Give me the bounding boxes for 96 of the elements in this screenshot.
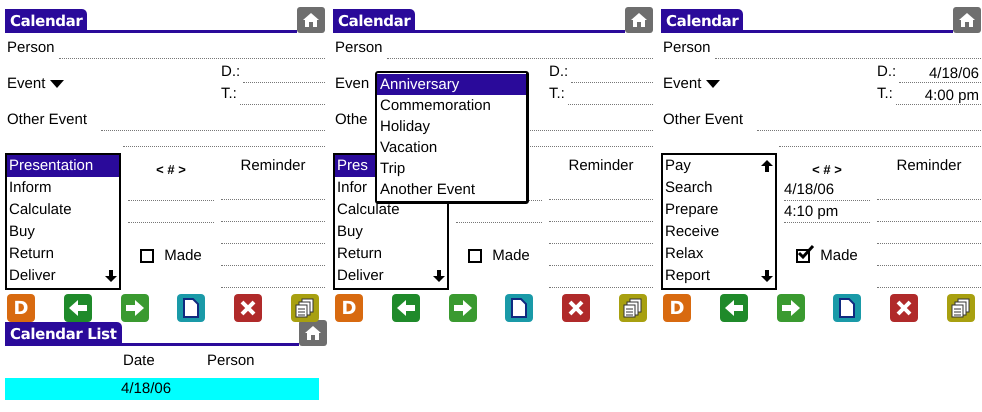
back-button[interactable]: [64, 294, 92, 322]
made-checkbox[interactable]: [468, 249, 482, 264]
reminder-label: Reminder: [895, 156, 963, 176]
left-arrow-icon: [68, 299, 88, 317]
made-label: Made: [164, 246, 202, 266]
home-icon[interactable]: [297, 7, 325, 33]
event-label[interactable]: Even: [333, 72, 370, 96]
delete-button[interactable]: [562, 294, 590, 322]
menu-item[interactable]: Another Event: [377, 179, 526, 200]
list-item[interactable]: Calculate: [7, 199, 119, 221]
date-label: D.:: [549, 62, 570, 82]
column-header[interactable]: Date: [123, 350, 207, 372]
left-arrow-icon: [724, 299, 744, 317]
right-arrow-icon: [124, 299, 145, 317]
event-label[interactable]: Event: [661, 72, 702, 96]
other-event-label: Othe: [334, 110, 369, 130]
time-field[interactable]: 4:00 pm: [896, 87, 981, 105]
down-arrow-icon[interactable]: [433, 270, 445, 282]
event-label[interactable]: Event: [5, 72, 46, 96]
right-arrow-icon: [780, 299, 801, 317]
details-button[interactable]: D: [663, 294, 691, 322]
down-arrow-icon[interactable]: [761, 270, 773, 282]
pages-icon: [950, 298, 971, 318]
time-label: T.:: [221, 84, 238, 104]
menu-item[interactable]: Commemoration: [377, 95, 526, 116]
other-event-label: Other Event: [6, 110, 88, 130]
new-button[interactable]: [177, 294, 206, 322]
delete-button[interactable]: [890, 294, 918, 322]
person-label: Person: [6, 38, 56, 58]
date-field[interactable]: 4/18/06: [899, 65, 981, 83]
list-item[interactable]: Presentation: [7, 155, 119, 177]
pages-icon: [294, 298, 315, 318]
copy-button[interactable]: [290, 294, 319, 322]
alarm-time-field[interactable]: 4:10 pm: [784, 201, 870, 223]
home-icon[interactable]: [299, 320, 327, 346]
dropdown-arrow-icon[interactable]: [50, 80, 64, 88]
left-arrow-icon: [396, 299, 416, 317]
date-label: D.:: [877, 62, 898, 82]
list-item[interactable]: Search: [663, 177, 775, 199]
down-arrow-icon[interactable]: [105, 270, 117, 282]
home-icon[interactable]: [625, 7, 653, 33]
page-icon: [839, 298, 856, 318]
up-arrow-icon[interactable]: [761, 160, 773, 172]
column-header[interactable]: Person: [207, 350, 255, 372]
page-icon: [183, 298, 200, 318]
person-label: Person: [334, 38, 384, 58]
time-label: T.:: [549, 84, 566, 104]
details-button[interactable]: D: [7, 294, 35, 322]
list-item[interactable]: Inform: [7, 177, 119, 199]
time-label: T.:: [877, 84, 894, 104]
new-button[interactable]: [505, 294, 534, 322]
menu-item[interactable]: Trip: [377, 158, 526, 179]
back-button[interactable]: [392, 294, 420, 322]
copy-button[interactable]: [618, 294, 647, 322]
counter-label[interactable]: < # >: [156, 162, 186, 177]
list-item[interactable]: Buy: [335, 221, 447, 243]
list-item[interactable]: Return: [335, 243, 447, 265]
reminder-label: Reminder: [239, 156, 307, 176]
list-item[interactable]: Prepare: [663, 199, 775, 221]
counter-label[interactable]: < # >: [812, 162, 842, 177]
list-item[interactable]: Deliver: [7, 265, 119, 287]
person-label: Person: [662, 38, 712, 58]
back-button[interactable]: [720, 294, 748, 322]
made-label: Made: [492, 246, 530, 266]
close-icon: [568, 300, 584, 316]
list-item[interactable]: Pay: [663, 155, 775, 177]
copy-button[interactable]: [946, 294, 975, 322]
list-item[interactable]: Receive: [663, 221, 775, 243]
list-item[interactable]: Buy: [7, 221, 119, 243]
made-checkbox[interactable]: [140, 249, 154, 264]
details-button[interactable]: D: [335, 294, 363, 322]
forward-button[interactable]: [448, 294, 477, 322]
close-icon: [240, 300, 256, 316]
reminder-label: Reminder: [567, 156, 635, 176]
date-label: D.:: [221, 62, 242, 82]
forward-button[interactable]: [776, 294, 805, 322]
list-item[interactable]: Relax: [663, 243, 775, 265]
new-button[interactable]: [833, 294, 862, 322]
pages-icon: [622, 298, 643, 318]
home-icon[interactable]: [953, 7, 981, 33]
delete-button[interactable]: [234, 294, 262, 322]
dropdown-arrow-icon[interactable]: [706, 80, 720, 88]
alarm-date-field[interactable]: 4/18/06: [784, 179, 870, 201]
other-event-label: Other Event: [662, 110, 744, 130]
menu-item[interactable]: Anniversary: [377, 74, 526, 95]
menu-item[interactable]: Holiday: [377, 116, 526, 137]
list-item[interactable]: Report: [663, 265, 775, 287]
forward-button[interactable]: [120, 294, 149, 322]
made-label: Made: [820, 246, 858, 266]
page-icon: [511, 298, 528, 318]
menu-item[interactable]: Vacation: [377, 137, 526, 158]
list-item[interactable]: Deliver: [335, 265, 447, 287]
right-arrow-icon: [452, 299, 473, 317]
list-row[interactable]: 4/18/06: [5, 378, 319, 400]
close-icon: [896, 300, 912, 316]
list-item[interactable]: Return: [7, 243, 119, 265]
